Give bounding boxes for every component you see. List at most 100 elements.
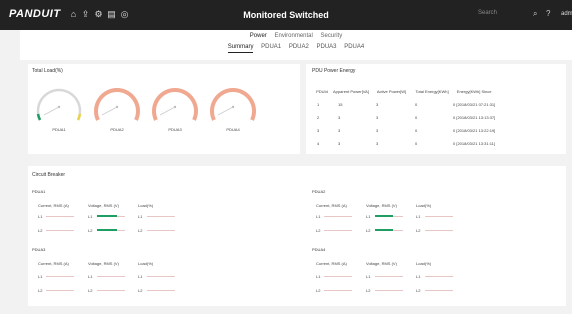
voltage-bar [375, 290, 403, 291]
table-cell: 15 [338, 102, 343, 107]
line-label: L1 [366, 214, 371, 219]
tab-pdua3[interactable]: PDUA3 [317, 44, 337, 52]
search-icon[interactable]: ⌕ [533, 9, 537, 19]
voltage-bar [97, 229, 125, 231]
gauge-dial-icon [94, 88, 140, 121]
voltage-bar [375, 276, 403, 277]
load-bar [147, 276, 175, 277]
column-header: Energy[KWh] Since [456, 89, 492, 94]
line-label: L1 [366, 274, 371, 279]
circuit-breaker-title: Circuit Breaker [32, 172, 66, 178]
gauge-label: PDUA2 [110, 127, 124, 132]
pdu-energy-title: PDU Power Energy [312, 68, 356, 74]
table-row: 3 3 3 0 0 [2018/03/21 13:22:19] [314, 124, 495, 137]
current-bar [46, 230, 74, 231]
table-cell: 0 [415, 102, 418, 107]
tab-pdua4[interactable]: PDUA4 [344, 44, 364, 52]
column-header: Voltage, RMS (V) [88, 261, 119, 266]
voltage-fill [97, 229, 117, 231]
gauge-pdua2: PDUA2 [90, 82, 144, 132]
gauge-label: PDUA1 [52, 127, 66, 132]
pdu-section-title: PDUA4 [312, 247, 326, 252]
column-header: Voltage, RMS (V) [88, 203, 119, 208]
table-cell: 3 [376, 102, 379, 107]
table-cell: 3 [376, 128, 379, 133]
column-header: Current, RMS (A) [316, 261, 347, 266]
user-menu[interactable]: admin [561, 11, 572, 17]
voltage-fill [375, 229, 393, 231]
tab-power[interactable]: Power [250, 33, 267, 39]
table-header-row: PDUId Apparent Power[VA] Active Power[W]… [314, 85, 495, 98]
line-label: L2 [138, 288, 143, 293]
gauge-pdua3: PDUA3 [148, 82, 202, 132]
column-header: Load(%) [138, 203, 154, 208]
voltage-bar [97, 290, 125, 291]
table-cell: 3 [338, 128, 341, 133]
voltage-fill [97, 215, 117, 217]
gauge-label: PDUA3 [168, 127, 182, 132]
line-label: L1 [316, 214, 321, 219]
line-label: L2 [366, 288, 371, 293]
voltage-bar [97, 215, 125, 217]
tab-pdua2[interactable]: PDUA2 [289, 44, 309, 52]
column-header: Load(%) [416, 203, 432, 208]
line-label: L2 [316, 228, 321, 233]
current-bar [324, 230, 352, 231]
gauge-label: PDUA4 [226, 127, 240, 132]
line-label: L1 [38, 274, 43, 279]
pdu-section-title: PDUA2 [312, 189, 326, 194]
current-bar [46, 290, 74, 291]
gauge-dial-icon [210, 88, 256, 121]
table-cell: 2 [317, 115, 320, 120]
gauge-pdua1: PDUA1 [32, 82, 86, 132]
help-icon[interactable]: ? [546, 9, 550, 18]
current-bar [324, 216, 352, 217]
line-label: L2 [316, 288, 321, 293]
tab-environmental[interactable]: Environmental [274, 33, 312, 39]
tab-pdua1[interactable]: PDUA1 [261, 44, 281, 52]
search-input[interactable]: Search [478, 10, 497, 16]
sub-tabs: Summary PDUA1 PDUA2 PDUA3 PDUA4 [20, 44, 572, 53]
load-bar [425, 216, 453, 217]
table-row: 2 3 3 0 0 [2018/03/21 13:13:37] [314, 111, 495, 124]
load-bar [425, 290, 453, 291]
line-label: L1 [316, 274, 321, 279]
table-cell: 3 [376, 115, 379, 120]
gauge-dial-icon [36, 88, 82, 121]
column-header: Voltage, RMS (V) [366, 261, 397, 266]
line-label: L2 [88, 228, 93, 233]
pdu-energy-table: PDUId Apparent Power[VA] Active Power[W]… [314, 85, 495, 150]
load-bar [147, 216, 175, 217]
column-header: Current, RMS (A) [38, 261, 69, 266]
column-header: Current, RMS (A) [316, 203, 347, 208]
table-row: 1 15 3 0 0 [2018/03/21 07:21:31] [314, 98, 495, 111]
line-label: L1 [138, 214, 143, 219]
gauge-dial-icon [152, 88, 198, 121]
gauge-pdua4: PDUA4 [206, 82, 260, 132]
current-bar [46, 216, 74, 217]
tab-summary[interactable]: Summary [227, 44, 254, 53]
table-cell: 0 [2018/03/21 13:13:37] [453, 115, 496, 120]
pdu-section-title: PDUA3 [32, 247, 46, 252]
line-label: L2 [138, 228, 143, 233]
load-bar [425, 276, 453, 277]
column-header: Active Power[W] [376, 89, 407, 94]
table-cell: 0 [415, 115, 418, 120]
voltage-bar [375, 215, 403, 217]
current-bar [324, 276, 352, 277]
pdu-section-title: PDUA1 [32, 189, 46, 194]
table-cell: 3 [338, 115, 341, 120]
top-bar: PANDUIT ⌂ ⇪ ⚙ ▤ ◎ Monitored Switched Sea… [0, 0, 572, 30]
table-cell: 0 [2018/03/21 07:21:31] [453, 102, 496, 107]
line-label: L2 [38, 288, 43, 293]
table-cell: 0 [2018/03/21 13:31:11] [453, 141, 495, 146]
line-label: L2 [416, 228, 421, 233]
column-header: Load(%) [138, 261, 154, 266]
sub-navigation: Power Environmental Security Summary PDU… [20, 30, 572, 60]
voltage-fill [375, 215, 393, 217]
tab-security[interactable]: Security [321, 33, 343, 39]
table-cell: 3 [376, 141, 379, 146]
table-cell: 3 [338, 141, 341, 146]
voltage-bar [375, 229, 403, 231]
line-label: L2 [38, 228, 43, 233]
